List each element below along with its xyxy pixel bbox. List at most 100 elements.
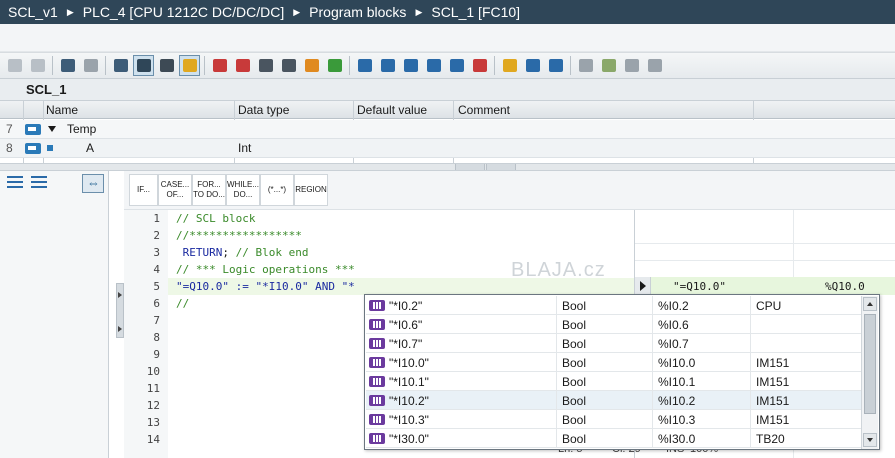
row-data-type[interactable]: Int: [238, 141, 251, 155]
splitter-down-button[interactable]: [486, 164, 516, 170]
item-name: "*I10.3": [389, 413, 429, 427]
item-address: %I10.2: [658, 394, 696, 408]
column-header-default-value[interactable]: Default value: [357, 103, 427, 117]
indent-icon[interactable]: [301, 55, 322, 76]
splitter-up-button[interactable]: [455, 164, 485, 170]
column-divider: [750, 429, 751, 448]
line-number: 8: [153, 331, 160, 344]
header-band: [0, 24, 895, 52]
tag-icon: [369, 319, 385, 330]
next-icon[interactable]: [545, 55, 566, 76]
column-divider: [556, 391, 557, 410]
column-header-name[interactable]: Name: [46, 103, 78, 117]
expand-icon[interactable]: [48, 126, 56, 132]
list-view-icon[interactable]: [110, 55, 131, 76]
column-divider: [750, 315, 751, 334]
line-number: 2: [153, 229, 160, 242]
item-module: IM151: [756, 375, 790, 389]
item-type: Bool: [562, 394, 587, 408]
monitor-on-icon[interactable]: [598, 55, 619, 76]
template-for-button[interactable]: FOR... TO DO...: [192, 174, 226, 206]
database-icon[interactable]: [644, 55, 665, 76]
watch-icon[interactable]: [575, 55, 596, 76]
clear-breakpoint-icon[interactable]: [232, 55, 253, 76]
pane-splitter[interactable]: [0, 163, 895, 171]
outdent-icon[interactable]: [354, 55, 375, 76]
table-row[interactable]: 8 A Int: [0, 139, 895, 158]
autocomplete-item[interactable]: "*I10.0" Bool %I10.0 IM151: [366, 353, 861, 372]
goto-icon[interactable]: [499, 55, 520, 76]
autocomplete-item[interactable]: "*I10.1" Bool %I10.1 IM151: [366, 372, 861, 391]
table-row[interactable]: 7 Temp: [0, 120, 895, 139]
code-line[interactable]: // SCL block: [176, 212, 255, 225]
breadcrumb-program-blocks[interactable]: Program blocks: [307, 4, 408, 20]
code-line[interactable]: //: [176, 297, 189, 310]
row-name[interactable]: A: [86, 141, 94, 155]
column-divider: [750, 353, 751, 372]
insert-network-icon[interactable]: [4, 55, 25, 76]
insert-block-icon[interactable]: [80, 55, 101, 76]
code-line[interactable]: RETURN; // Blok end: [176, 246, 309, 259]
template-case-button[interactable]: CASE... OF...: [158, 174, 192, 206]
breakpoint-icon[interactable]: [209, 55, 230, 76]
bookmark-prev-icon[interactable]: [278, 55, 299, 76]
tag-icon: [369, 433, 385, 444]
autocomplete-item[interactable]: "*I0.2" Bool %I0.2 CPU: [366, 296, 861, 315]
autocomplete-item[interactable]: "*I0.6" Bool %I0.6: [366, 315, 861, 334]
autocomplete-item[interactable]: "*I10.3" Bool %I10.3 IM151: [366, 410, 861, 429]
autocomplete-item[interactable]: "*I0.7" Bool %I0.7: [366, 334, 861, 353]
template-if-button[interactable]: IF...: [129, 174, 158, 206]
template-comment-button[interactable]: (*...*): [260, 174, 294, 206]
item-address: %I0.7: [658, 337, 689, 351]
item-type: Bool: [562, 318, 587, 332]
code-line[interactable]: //*****************: [176, 229, 302, 242]
align-icon[interactable]: [377, 55, 398, 76]
editor-toolbar: [0, 52, 895, 79]
export-icon[interactable]: [57, 55, 78, 76]
value-row[interactable]: "=Q10.0" %Q10.0: [651, 277, 895, 295]
code-line[interactable]: // *** Logic operations ***: [176, 263, 355, 276]
monitor-icon[interactable]: [156, 55, 177, 76]
autocomplete-popup[interactable]: "*I0.2" Bool %I0.2 CPU "*I0.6" Bool %I0.…: [364, 294, 880, 450]
scroll-down-icon[interactable]: [863, 433, 877, 447]
panel-collapse-handle[interactable]: [116, 283, 124, 338]
line-number: 13: [146, 416, 160, 429]
align-left-icon[interactable]: [400, 55, 421, 76]
scroll-up-icon[interactable]: [863, 297, 877, 311]
indent-list-icon[interactable]: [7, 176, 23, 188]
toolbar-separator: [349, 56, 350, 75]
item-type: Bool: [562, 299, 587, 313]
column-divider: [652, 372, 653, 391]
align-right-icon[interactable]: [423, 55, 444, 76]
sync-icon[interactable]: [82, 174, 104, 193]
popup-scrollbar[interactable]: [861, 296, 878, 449]
column-divider: [556, 353, 557, 372]
scroll-thumb[interactable]: [864, 314, 876, 414]
template-while-button[interactable]: WHILE... DO...: [226, 174, 260, 206]
row-name[interactable]: Temp: [67, 122, 96, 136]
breadcrumb-project[interactable]: SCL_v1: [6, 4, 60, 20]
autocomplete-item[interactable]: "*I30.0" Bool %I30.0 TB20: [366, 429, 861, 448]
uncomment-icon[interactable]: [469, 55, 490, 76]
template-region-button[interactable]: REGION: [294, 174, 328, 206]
comment-icon[interactable]: [446, 55, 467, 76]
code-line-current[interactable]: "=Q10.0" := "*I10.0" AND "*: [176, 280, 355, 293]
delete-network-icon[interactable]: [27, 55, 48, 76]
code-view-icon[interactable]: [133, 55, 154, 76]
toolbar-separator: [494, 56, 495, 75]
previous-icon[interactable]: [522, 55, 543, 76]
instructions-panel: [0, 171, 109, 458]
item-address: %I0.6: [658, 318, 689, 332]
breadcrumb-block[interactable]: SCL_1 [FC10]: [429, 4, 522, 20]
autocomplete-icon[interactable]: [179, 55, 200, 76]
autocomplete-item-selected[interactable]: "*I10.2" Bool %I10.2 IM151: [366, 391, 861, 410]
column-header-comment[interactable]: Comment: [458, 103, 510, 117]
toolbar-separator: [570, 56, 571, 75]
column-header-data-type[interactable]: Data type: [238, 103, 289, 117]
outdent-list-icon[interactable]: [31, 176, 47, 188]
bookmark-icon[interactable]: [255, 55, 276, 76]
download-icon[interactable]: [324, 55, 345, 76]
monitor-off-icon[interactable]: [621, 55, 642, 76]
breadcrumb-plc[interactable]: PLC_4 [CPU 1212C DC/DC/DC]: [81, 4, 287, 20]
collapse-left-icon: [118, 292, 122, 298]
